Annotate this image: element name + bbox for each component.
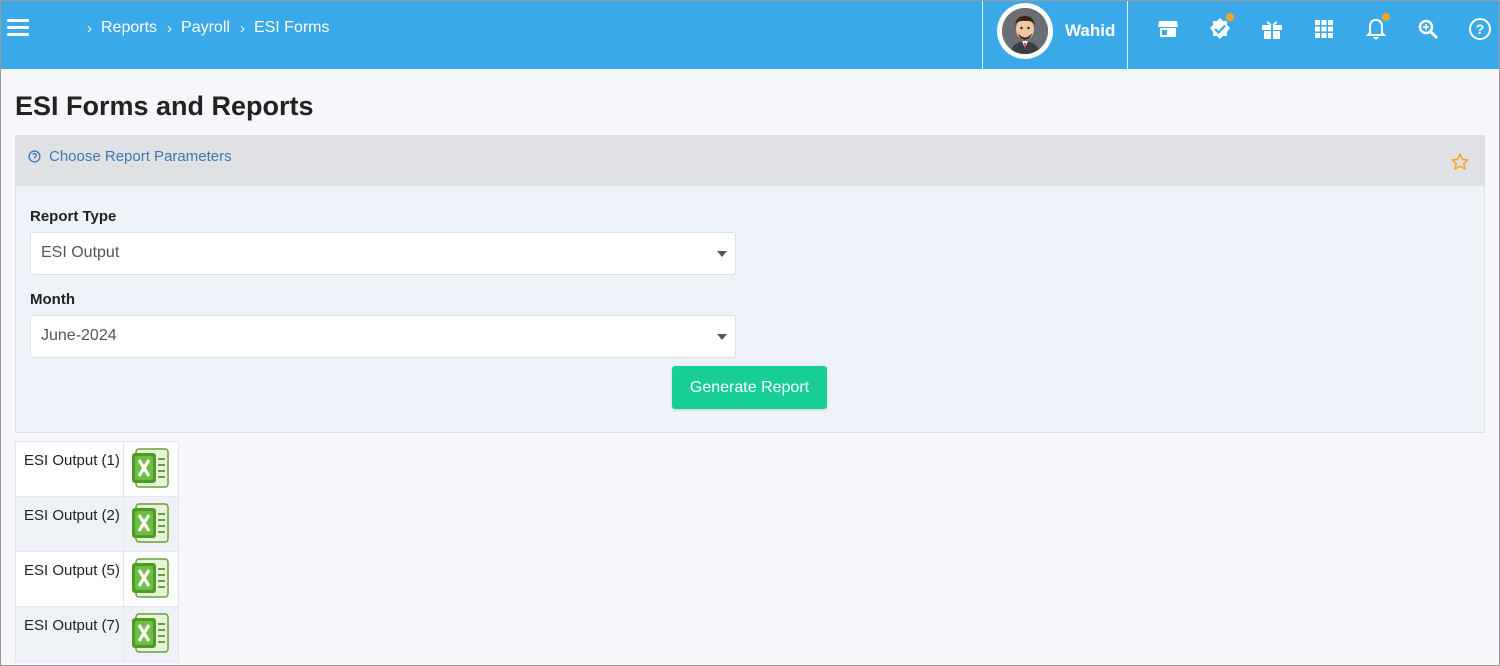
- menu-icon[interactable]: [7, 19, 29, 37]
- generate-report-button[interactable]: Generate Report: [672, 366, 827, 409]
- file-name: ESI Output (2): [15, 496, 124, 552]
- svg-text:?: ?: [1476, 21, 1485, 37]
- file-name: ESI Output (7): [15, 606, 124, 662]
- chevron-right-icon: ›: [239, 19, 245, 37]
- excel-download-icon[interactable]: [123, 551, 179, 607]
- user-profile[interactable]: Wahid: [997, 3, 1115, 59]
- report-type-select[interactable]: ESI Output: [30, 232, 736, 275]
- month-label: Month: [30, 291, 75, 308]
- notification-dot: [1382, 13, 1390, 21]
- info-icon: [28, 150, 41, 163]
- breadcrumb-item-esi-forms[interactable]: ESI Forms: [254, 19, 330, 37]
- divider: [982, 1, 983, 69]
- excel-download-icon[interactable]: [123, 496, 179, 552]
- bell-icon[interactable]: [1361, 13, 1391, 43]
- store-icon[interactable]: [1153, 15, 1183, 43]
- excel-icon: [132, 613, 169, 653]
- results-table: ESI Output (1) ESI Output (2) ESI Output…: [15, 441, 179, 662]
- panel-header: Choose Report Parameters: [16, 136, 1484, 186]
- table-row: ESI Output (2): [15, 496, 179, 552]
- panel-toggle[interactable]: Choose Report Parameters: [28, 148, 232, 165]
- report-type-label: Report Type: [30, 208, 117, 225]
- avatar-image: [1002, 8, 1048, 54]
- file-name: ESI Output (1): [15, 441, 124, 497]
- favorite-star-icon[interactable]: [1450, 152, 1470, 172]
- page-title: ESI Forms and Reports: [15, 91, 314, 121]
- search-zoom-icon[interactable]: [1413, 15, 1443, 43]
- panel-title: Choose Report Parameters: [49, 148, 232, 165]
- chevron-right-icon: ›: [87, 19, 92, 37]
- breadcrumb-item-reports[interactable]: Reports: [101, 19, 157, 37]
- excel-icon: [132, 448, 169, 488]
- user-name[interactable]: Wahid: [1065, 21, 1115, 41]
- month-select[interactable]: June-2024: [30, 315, 736, 358]
- verified-badge-icon[interactable]: [1205, 13, 1235, 43]
- report-type-value: ESI Output: [41, 244, 120, 261]
- breadcrumb: › Reports › Payroll › ESI Forms: [87, 19, 340, 37]
- excel-icon: [132, 503, 169, 543]
- top-navigation-bar: › Reports › Payroll › ESI Forms Wahid ?: [1, 1, 1499, 69]
- gift-icon[interactable]: [1257, 15, 1287, 43]
- divider: [1127, 1, 1128, 69]
- avatar[interactable]: [997, 3, 1053, 59]
- chevron-right-icon: ›: [167, 19, 173, 37]
- breadcrumb-item-payroll[interactable]: Payroll: [181, 19, 230, 37]
- caret-down-icon: [717, 334, 727, 340]
- file-name: ESI Output (5): [15, 551, 124, 607]
- month-value: June-2024: [41, 327, 117, 344]
- topbar-icon-group: ?: [1153, 13, 1495, 43]
- table-row: ESI Output (7): [15, 606, 179, 662]
- caret-down-icon: [717, 251, 727, 257]
- help-icon[interactable]: ?: [1465, 15, 1495, 43]
- report-parameters-panel: Choose Report Parameters Report Type ESI…: [15, 135, 1485, 433]
- apps-grid-icon[interactable]: [1309, 15, 1339, 43]
- table-row: ESI Output (5): [15, 551, 179, 607]
- excel-icon: [132, 558, 169, 598]
- table-row: ESI Output (1): [15, 441, 179, 497]
- excel-download-icon[interactable]: [123, 441, 179, 497]
- notification-dot: [1226, 13, 1234, 21]
- excel-download-icon[interactable]: [123, 606, 179, 662]
